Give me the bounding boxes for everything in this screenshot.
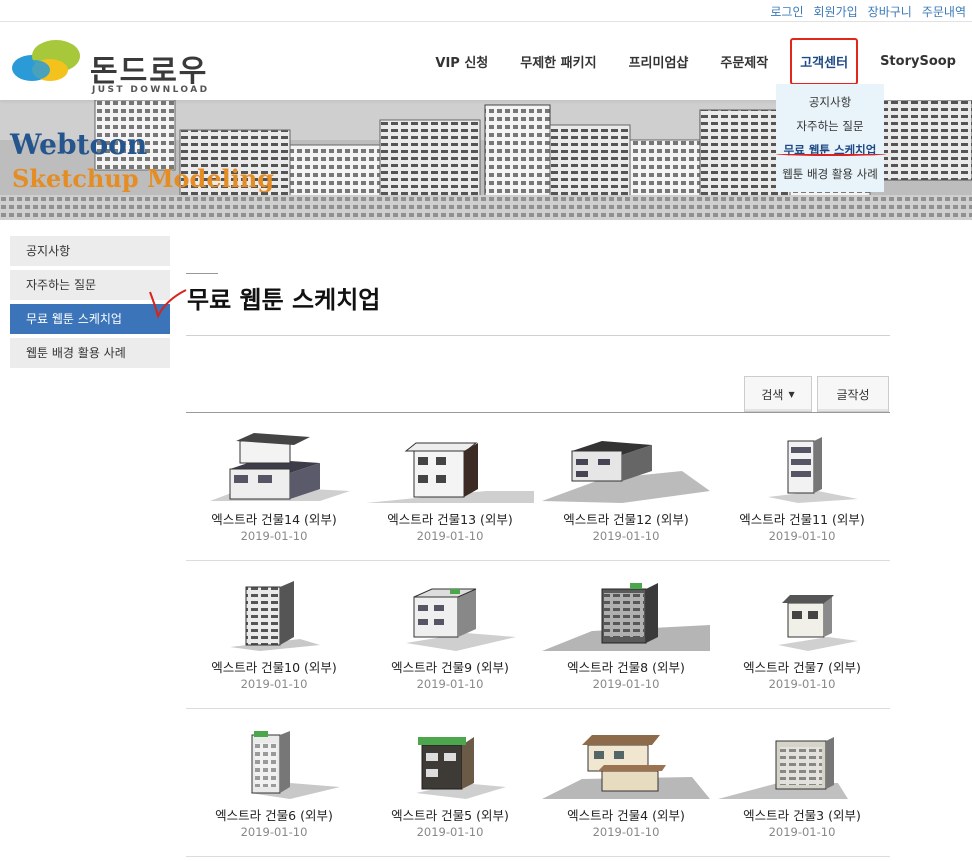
write-post-button[interactable]: 글작성 <box>817 376 889 412</box>
building-thumbnail[interactable] <box>366 431 534 503</box>
main-nav: VIP 신청 무제한 패키지 프리미엄샵 주문제작 고객센터 StorySoop <box>419 22 972 100</box>
item-title[interactable]: 엑스트라 건물5 (외부) <box>362 805 538 824</box>
building-thumbnail[interactable] <box>542 727 710 799</box>
sidebar-item-notice[interactable]: 공지사항 <box>10 236 170 266</box>
customer-center-dropdown: 공지사항 자주하는 질문 무료 웹툰 스케치업 웹툰 배경 활용 사례 <box>776 84 884 192</box>
gallery-item[interactable]: 엑스트라 건물6 (외부) 2019-01-10 <box>186 709 362 856</box>
gallery-item[interactable]: 엑스트라 건물8 (외부) 2019-01-10 <box>538 561 714 708</box>
signup-link[interactable]: 회원가입 <box>813 3 857 20</box>
item-date: 2019-01-10 <box>768 529 836 543</box>
nav-premium-shop[interactable]: 프리미엄샵 <box>613 52 705 71</box>
item-title[interactable]: 엑스트라 건물6 (외부) <box>186 805 362 824</box>
order-history-link[interactable]: 주문내역 <box>922 3 966 20</box>
dropdown-item-usage-cases[interactable]: 웹툰 배경 활용 사례 <box>776 162 884 186</box>
gallery-item[interactable]: 엑스트라 건물13 (외부) 2019-01-10 <box>362 413 538 560</box>
dropdown-item-faq[interactable]: 자주하는 질문 <box>776 114 884 138</box>
building-thumbnail[interactable] <box>718 431 886 503</box>
item-title[interactable]: 엑스트라 건물4 (외부) <box>538 805 714 824</box>
item-date: 2019-01-10 <box>416 677 484 691</box>
building-thumbnail[interactable] <box>366 727 534 799</box>
dropdown-item-free-sketchup[interactable]: 무료 웹툰 스케치업 <box>776 138 884 162</box>
item-date: 2019-01-10 <box>240 529 308 543</box>
search-button-label: 검색 <box>761 387 784 402</box>
sidebar: 공지사항 자주하는 질문 무료 웹툰 스케치업 웹툰 배경 활용 사례 <box>10 236 170 372</box>
banner-title-sketchup: Sketchup Modeling <box>12 164 275 193</box>
gallery-item[interactable]: 엑스트라 건물5 (외부) 2019-01-10 <box>362 709 538 856</box>
title-divider <box>186 335 890 336</box>
gallery-row: 엑스트라 건물10 (외부) 2019-01-10 엑스트라 건물9 (외부) … <box>186 561 890 709</box>
building-thumbnail[interactable] <box>366 579 534 651</box>
login-link[interactable]: 로그인 <box>770 3 803 20</box>
item-title[interactable]: 엑스트라 건물13 (외부) <box>362 509 538 528</box>
sidebar-item-free-sketchup[interactable]: 무료 웹툰 스케치업 <box>10 304 170 334</box>
dropdown-item-notice[interactable]: 공지사항 <box>776 90 884 114</box>
building-thumbnail[interactable] <box>190 727 358 799</box>
item-date: 2019-01-10 <box>416 825 484 839</box>
page-title: 무료 웹툰 스케치업 <box>187 286 381 314</box>
item-title[interactable]: 엑스트라 건물12 (외부) <box>538 509 714 528</box>
item-title[interactable]: 엑스트라 건물11 (외부) <box>714 509 890 528</box>
gallery-item[interactable]: 엑스트라 건물11 (외부) 2019-01-10 <box>714 413 890 560</box>
red-check-annotation-icon <box>149 289 187 319</box>
gallery-item[interactable]: 엑스트라 건물14 (외부) 2019-01-10 <box>186 413 362 560</box>
cart-link[interactable]: 장바구니 <box>868 3 912 20</box>
gallery-item[interactable]: 엑스트라 건물12 (외부) 2019-01-10 <box>538 413 714 560</box>
building-thumbnail[interactable] <box>190 579 358 651</box>
item-date: 2019-01-10 <box>768 825 836 839</box>
logo-name: 돈드로우 <box>90 54 209 89</box>
sidebar-item-faq[interactable]: 자주하는 질문 <box>10 270 170 300</box>
item-date: 2019-01-10 <box>240 677 308 691</box>
item-title[interactable]: 엑스트라 건물3 (외부) <box>714 805 890 824</box>
utility-links: 로그인 회원가입 장바구니 주문내역 <box>770 3 966 20</box>
item-date: 2019-01-10 <box>592 825 660 839</box>
gallery-item[interactable]: 엑스트라 건물9 (외부) 2019-01-10 <box>362 561 538 708</box>
red-highlight-ring <box>790 37 859 85</box>
building-thumbnail[interactable] <box>718 727 886 799</box>
gallery-item[interactable]: 엑스트라 건물7 (외부) 2019-01-10 <box>714 561 890 708</box>
logo-tagline: JUST DOWNLOAD <box>92 85 210 95</box>
item-date: 2019-01-10 <box>240 825 308 839</box>
sidebar-item-usage-cases[interactable]: 웹툰 배경 활용 사례 <box>10 338 170 368</box>
nav-vip[interactable]: VIP 신청 <box>419 52 504 71</box>
item-title[interactable]: 엑스트라 건물14 (외부) <box>186 509 362 528</box>
gallery-row: 엑스트라 건물6 (외부) 2019-01-10 엑스트라 건물5 (외부) 2… <box>186 709 890 857</box>
nav-storysoop[interactable]: StorySoop <box>864 54 972 69</box>
nav-customer-center[interactable]: 고객센터 <box>784 37 864 85</box>
search-button[interactable]: 검색 ▼ <box>744 376 812 412</box>
item-date: 2019-01-10 <box>592 529 660 543</box>
red-underline-annotation <box>776 152 886 156</box>
nav-custom-order[interactable]: 주문제작 <box>704 52 784 71</box>
item-date: 2019-01-10 <box>416 529 484 543</box>
item-title[interactable]: 엑스트라 건물7 (외부) <box>714 657 890 676</box>
gallery-row: 엑스트라 건물14 (외부) 2019-01-10 엑스트라 건물13 (외부)… <box>186 413 890 561</box>
item-date: 2019-01-10 <box>592 677 660 691</box>
utility-bar: 로그인 회원가입 장바구니 주문내역 <box>0 0 972 22</box>
building-thumbnail[interactable] <box>718 579 886 651</box>
building-thumbnail[interactable] <box>542 579 710 651</box>
item-date: 2019-01-10 <box>768 677 836 691</box>
banner-title-webtoon: Webtoon <box>10 128 148 161</box>
building-thumbnail[interactable] <box>542 431 710 503</box>
gallery-item[interactable]: 엑스트라 건물10 (외부) 2019-01-10 <box>186 561 362 708</box>
gallery-item[interactable]: 엑스트라 건물4 (외부) 2019-01-10 <box>538 709 714 856</box>
gallery-item[interactable]: 엑스트라 건물3 (외부) 2019-01-10 <box>714 709 890 856</box>
speech-bubble-logo-icon <box>12 40 80 81</box>
gallery-grid: 엑스트라 건물14 (외부) 2019-01-10 엑스트라 건물13 (외부)… <box>186 413 890 857</box>
building-thumbnail[interactable] <box>190 431 358 503</box>
item-title[interactable]: 엑스트라 건물8 (외부) <box>538 657 714 676</box>
nav-unlimited-package[interactable]: 무제한 패키지 <box>504 52 612 71</box>
title-accent-line <box>186 273 218 274</box>
item-title[interactable]: 엑스트라 건물9 (외부) <box>362 657 538 676</box>
caret-down-icon: ▼ <box>788 389 795 399</box>
item-title[interactable]: 엑스트라 건물10 (외부) <box>186 657 362 676</box>
